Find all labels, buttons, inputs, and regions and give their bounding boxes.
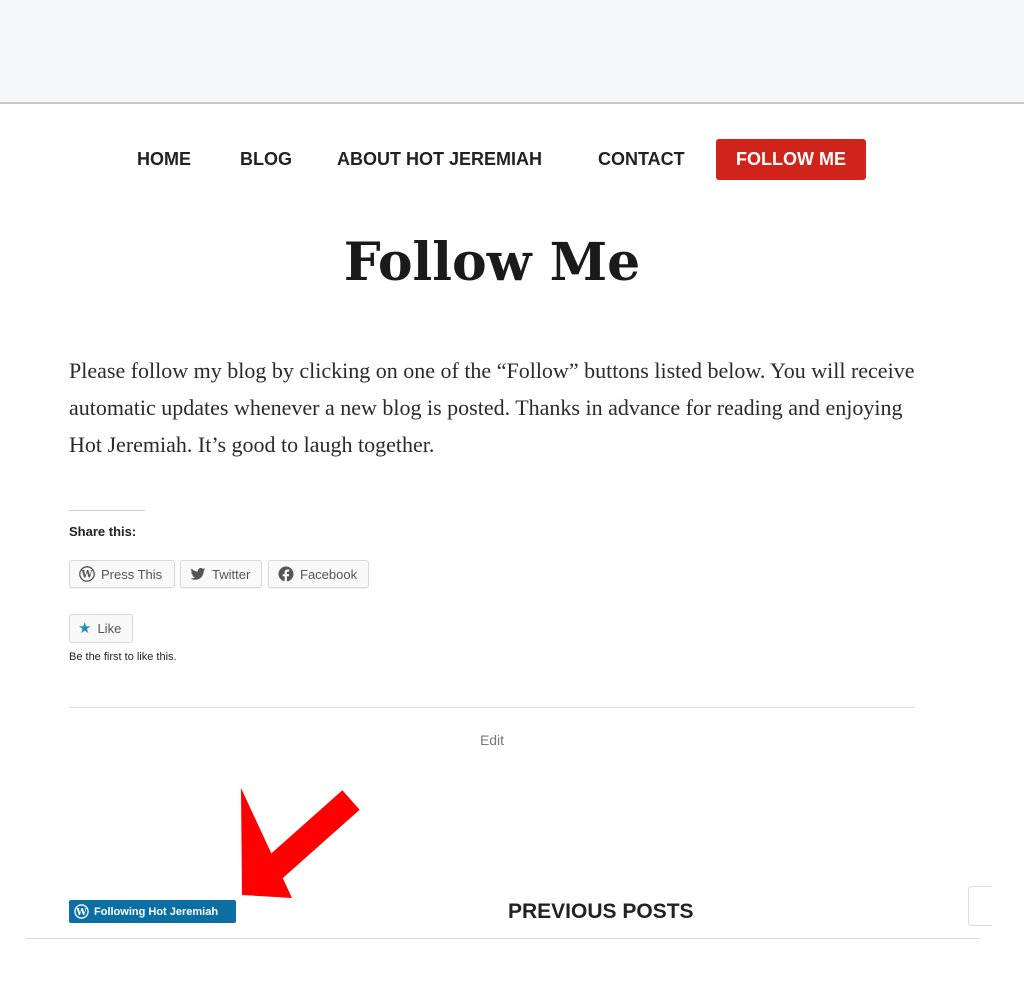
main-nav: HOME BLOG ABOUT HOT JEREMIAH CONTACT FOL…	[0, 139, 1024, 180]
scroll-to-top-button[interactable]	[968, 886, 992, 926]
previous-posts-heading[interactable]: PREVIOUS POSTS	[508, 900, 694, 924]
like-note: Be the first to like this.	[69, 651, 177, 663]
bottom-divider	[26, 938, 980, 939]
content-divider	[69, 707, 915, 708]
svg-text:W: W	[75, 907, 87, 918]
annotation-arrow-icon	[241, 788, 360, 898]
wordpress-icon: W	[79, 566, 95, 582]
browser-top-bar	[0, 0, 1024, 104]
like-button[interactable]: ★ Like	[69, 614, 133, 643]
facebook-label: Facebook	[300, 566, 358, 582]
star-icon: ★	[78, 620, 92, 637]
nav-item-home[interactable]: HOME	[137, 139, 191, 180]
edit-link[interactable]: Edit	[0, 732, 984, 748]
twitter-button[interactable]: Twitter	[180, 560, 262, 588]
nav-item-about[interactable]: ABOUT HOT JEREMIAH	[337, 139, 542, 180]
nav-item-blog[interactable]: BLOG	[240, 139, 292, 180]
wordpress-icon: W	[74, 904, 89, 919]
facebook-icon	[278, 566, 294, 582]
intro-paragraph: Please follow my blog by clicking on one…	[69, 358, 915, 457]
svg-text:W: W	[80, 570, 93, 581]
following-label: Following Hot Jeremiah	[94, 905, 219, 918]
facebook-button[interactable]: Facebook	[268, 560, 369, 588]
press-this-button[interactable]: W Press This	[69, 560, 175, 588]
page-title: Follow Me	[343, 232, 641, 293]
twitter-label: Twitter	[212, 566, 251, 582]
twitter-icon	[190, 568, 206, 580]
share-title: Share this:	[69, 524, 137, 539]
nav-item-contact[interactable]: CONTACT	[598, 139, 685, 180]
like-label: Like	[97, 621, 122, 636]
share-divider	[69, 510, 145, 511]
following-hot-jeremiah-button[interactable]: W Following Hot Jeremiah	[69, 900, 236, 923]
nav-item-follow-me[interactable]: FOLLOW ME	[716, 139, 866, 180]
press-this-label: Press This	[101, 566, 163, 582]
